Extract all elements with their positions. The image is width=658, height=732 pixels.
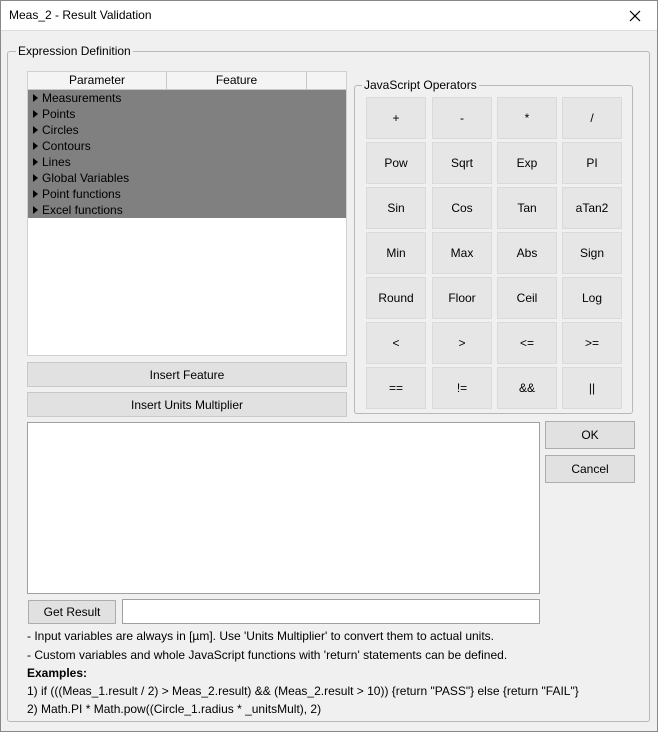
title-bar: Meas_2 - Result Validation — [0, 0, 658, 31]
triangle-right-icon[interactable] — [33, 206, 38, 214]
op-sign-button[interactable]: Sign — [562, 232, 622, 274]
op-less-equal-button[interactable]: <= — [497, 322, 557, 364]
tree-item-points[interactable]: Points — [28, 106, 346, 122]
cancel-button[interactable]: Cancel — [545, 455, 635, 483]
tree-item-measurements[interactable]: Measurements — [28, 90, 346, 106]
op-exp-button[interactable]: Exp — [497, 142, 557, 184]
op-plus-button[interactable]: + — [366, 97, 426, 139]
result-field[interactable] — [122, 599, 540, 624]
op-or-button[interactable]: || — [562, 367, 622, 409]
expression-definition-label: Expression Definition — [16, 44, 133, 58]
variable-tree[interactable]: Parameter Feature Measurements Points Ci… — [27, 71, 347, 356]
example-1: 1) if (((Meas_1.result / 2) > Meas_2.res… — [27, 684, 579, 698]
op-sqrt-button[interactable]: Sqrt — [432, 142, 492, 184]
op-min-button[interactable]: Min — [366, 232, 426, 274]
op-and-button[interactable]: && — [497, 367, 557, 409]
triangle-right-icon[interactable] — [33, 126, 38, 134]
insert-feature-button[interactable]: Insert Feature — [27, 362, 347, 387]
expression-editor[interactable] — [27, 422, 540, 594]
tree-item-global-variables[interactable]: Global Variables — [28, 170, 346, 186]
op-pow-button[interactable]: Pow — [366, 142, 426, 184]
close-button[interactable] — [612, 0, 658, 31]
op-minus-button[interactable]: - — [432, 97, 492, 139]
op-log-button[interactable]: Log — [562, 277, 622, 319]
op-greater-equal-button[interactable]: >= — [562, 322, 622, 364]
op-sin-button[interactable]: Sin — [366, 187, 426, 229]
op-floor-button[interactable]: Floor — [432, 277, 492, 319]
op-not-equal-button[interactable]: != — [432, 367, 492, 409]
op-greater-button[interactable]: > — [432, 322, 492, 364]
op-abs-button[interactable]: Abs — [497, 232, 557, 274]
insert-units-multiplier-button[interactable]: Insert Units Multiplier — [27, 392, 347, 417]
op-tan-button[interactable]: Tan — [497, 187, 557, 229]
examples-label: Examples: — [27, 666, 88, 680]
column-extra[interactable] — [307, 72, 346, 89]
triangle-right-icon[interactable] — [33, 158, 38, 166]
example-2: 2) Math.PI * Math.pow((Circle_1.radius *… — [27, 702, 322, 716]
op-divide-button[interactable]: / — [562, 97, 622, 139]
op-less-button[interactable]: < — [366, 322, 426, 364]
tree-body: Measurements Points Circles Contours Lin… — [28, 90, 346, 218]
tree-item-point-functions[interactable]: Point functions — [28, 186, 346, 202]
ok-button[interactable]: OK — [545, 421, 635, 449]
javascript-operators-label: JavaScript Operators — [362, 78, 479, 92]
close-icon — [629, 10, 641, 21]
triangle-right-icon[interactable] — [33, 110, 38, 118]
note-input-units: - Input variables are always in [µm]. Us… — [27, 629, 495, 643]
tree-item-lines[interactable]: Lines — [28, 154, 346, 170]
column-feature[interactable]: Feature — [167, 72, 307, 89]
tree-item-excel-functions[interactable]: Excel functions — [28, 202, 346, 218]
triangle-right-icon[interactable] — [33, 190, 38, 198]
triangle-right-icon[interactable] — [33, 142, 38, 150]
tree-item-circles[interactable]: Circles — [28, 122, 346, 138]
op-max-button[interactable]: Max — [432, 232, 492, 274]
get-result-button[interactable]: Get Result — [28, 600, 116, 624]
window-title: Meas_2 - Result Validation — [9, 8, 152, 22]
note-custom-functions: - Custom variables and whole JavaScript … — [27, 648, 508, 662]
op-atan2-button[interactable]: aTan2 — [562, 187, 622, 229]
column-parameter[interactable]: Parameter — [28, 72, 167, 89]
op-cos-button[interactable]: Cos — [432, 187, 492, 229]
op-pi-button[interactable]: PI — [562, 142, 622, 184]
tree-item-contours[interactable]: Contours — [28, 138, 346, 154]
tree-header: Parameter Feature — [28, 72, 346, 90]
op-equal-button[interactable]: == — [366, 367, 426, 409]
op-round-button[interactable]: Round — [366, 277, 426, 319]
triangle-right-icon[interactable] — [33, 174, 38, 182]
op-multiply-button[interactable]: * — [497, 97, 557, 139]
op-ceil-button[interactable]: Ceil — [497, 277, 557, 319]
triangle-right-icon[interactable] — [33, 94, 38, 102]
